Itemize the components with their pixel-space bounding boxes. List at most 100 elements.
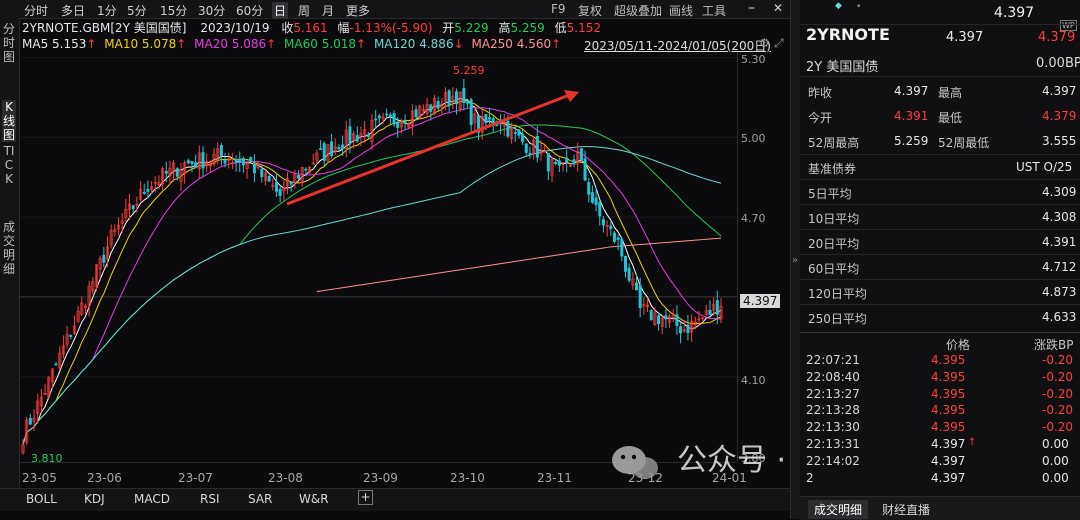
open-label: 开 xyxy=(442,21,455,35)
settings-icon[interactable]: ⚙ xyxy=(759,36,770,50)
minimize-icon[interactable]: – xyxy=(748,0,755,16)
candle-body xyxy=(675,314,679,326)
tick-time: 22:08:40 xyxy=(806,369,860,384)
indicator-tab-boll[interactable]: BOLL xyxy=(26,492,57,506)
vtab-trade-detail[interactable]: 成交明细 xyxy=(2,220,16,276)
trade-tick-row: 2 4.397 0.00 xyxy=(800,470,1080,487)
period-tab-multiday[interactable]: 多日 xyxy=(61,2,85,19)
candle-body xyxy=(377,115,381,119)
tick-time: 22:13:30 xyxy=(806,420,860,435)
ma60-line xyxy=(22,124,722,445)
average-row: 10日平均 4.308 xyxy=(800,205,1080,230)
period-tab-fenshi[interactable]: 分时 xyxy=(24,2,48,19)
candle-body xyxy=(234,159,238,163)
draw-line-button[interactable]: 画线 xyxy=(669,2,693,19)
period-tab-month[interactable]: 月 xyxy=(322,2,334,19)
collapse-panel-icon[interactable]: » xyxy=(792,255,798,266)
candle-body xyxy=(164,171,168,174)
vtab-kline[interactable]: K线图 xyxy=(2,100,16,142)
overlay-button[interactable]: 超级叠加 xyxy=(614,2,662,19)
ma250-legend: MA250 4.560 xyxy=(471,37,552,51)
expand-icon[interactable]: ⤢ xyxy=(774,36,784,51)
vtab-timeshare[interactable]: 分时图 xyxy=(2,22,16,64)
panel-nav-dot-icon[interactable]: ◆ xyxy=(835,1,842,11)
candle-body xyxy=(535,135,539,158)
stat-value: 4.391 xyxy=(894,109,929,123)
candle-body xyxy=(396,122,400,128)
indicator-tab-sar[interactable]: SAR xyxy=(248,492,272,506)
tick-time: 2 xyxy=(806,470,814,485)
candle-body xyxy=(528,152,532,155)
ma20-line xyxy=(22,107,722,445)
ma20-legend: MA20 5.086 xyxy=(194,37,267,51)
x-tick: 23-05 xyxy=(22,471,57,485)
quote-line: 2YRNOTE.GBM[2Y 美国国债] 2023/10/19 收5.161 幅… xyxy=(22,19,601,36)
candle-body xyxy=(241,158,245,166)
kline-chart[interactable]: 5.259 3.810 xyxy=(19,52,737,462)
candle-body xyxy=(146,188,150,192)
candle-body xyxy=(686,324,690,334)
candle-body xyxy=(623,255,627,272)
indicator-tab-macd[interactable]: MACD xyxy=(134,492,170,506)
indicator-tab-wr[interactable]: W&R xyxy=(299,492,329,506)
close-label: 收 xyxy=(281,21,294,35)
adjust-button[interactable]: 复权 xyxy=(578,2,602,19)
candle-body xyxy=(388,114,392,117)
trade-tick-row: 22:08:40 4.395 -0.20 xyxy=(800,369,1080,386)
candle-body xyxy=(565,157,569,163)
average-row: 250日平均 4.633 xyxy=(800,305,1080,330)
candle-body xyxy=(219,145,223,156)
low-value: 5.152 xyxy=(566,21,602,35)
candle-body xyxy=(190,161,194,164)
stat-label: 今开 xyxy=(808,111,833,125)
candle-body xyxy=(267,175,271,182)
period-tab-30min[interactable]: 30分 xyxy=(198,2,225,19)
tab-trade-detail[interactable]: 成交明细 xyxy=(808,500,869,519)
tick-change: 0.00 xyxy=(1042,470,1069,485)
period-tab-15min[interactable]: 15分 xyxy=(160,2,187,19)
average-row: 20日平均 4.391 xyxy=(800,230,1080,255)
candle-body xyxy=(506,120,510,137)
x-tick: 23-06 xyxy=(87,471,122,485)
quote-date: 2023/10/19 xyxy=(200,21,270,35)
indicator-tab-kdj[interactable]: KDJ xyxy=(84,492,105,506)
benchmark-row: 基准债券 UST O/25 xyxy=(800,155,1080,180)
tick-price: 4.397 xyxy=(931,437,966,451)
candle-body xyxy=(194,162,198,168)
x-tick: 23-10 xyxy=(450,471,485,485)
period-tab-week[interactable]: 周 xyxy=(298,2,310,19)
period-tab-5min[interactable]: 5分 xyxy=(127,2,147,19)
trade-tick-row: 22:13:28 4.395 -0.20 xyxy=(800,402,1080,419)
period-tab-60min[interactable]: 60分 xyxy=(236,2,263,19)
candle-body xyxy=(715,300,719,315)
add-indicator-icon[interactable]: + xyxy=(358,490,373,505)
candle-body xyxy=(341,144,345,150)
average-row: 60日平均 4.712 xyxy=(800,255,1080,280)
candle-body xyxy=(484,114,488,123)
panel-bottom-tabs: 成交明细 财经直播 xyxy=(800,496,1080,520)
close-icon[interactable]: ✕ xyxy=(773,1,783,15)
tick-time: 22:13:28 xyxy=(806,403,860,418)
indicator-tab-rsi[interactable]: RSI xyxy=(200,492,220,506)
panel-nav-dot-icon[interactable]: • xyxy=(856,2,861,12)
tools-button[interactable]: 工具 xyxy=(702,2,726,19)
candle-body xyxy=(366,134,370,137)
trade-tick-row: 22:13:27 4.395 -0.20 xyxy=(800,386,1080,403)
period-tab-more[interactable]: 更多 xyxy=(346,2,370,19)
tick-price: 4.395 xyxy=(931,353,966,367)
x-tick: 23-07 xyxy=(178,471,213,485)
candle-body xyxy=(289,181,293,185)
candle-body xyxy=(429,104,433,112)
candle-body xyxy=(587,182,591,195)
vtab-tick[interactable]: TICK xyxy=(2,144,16,186)
tick-price: 4.397 xyxy=(931,470,966,485)
price-axis: 5.30 5.00 4.70 4.10 3.80 4.397 xyxy=(737,52,791,465)
stat-label: 最高 xyxy=(938,86,963,100)
ma5-legend: MA5 5.153 xyxy=(22,37,87,51)
stat-value: 4.379 xyxy=(1042,109,1077,123)
tab-finance-live[interactable]: 财经直播 xyxy=(876,500,936,519)
f9-button[interactable]: F9 xyxy=(551,2,566,16)
period-tab-1min[interactable]: 1分 xyxy=(97,2,117,19)
ma10-line xyxy=(22,100,722,445)
period-tab-day[interactable]: 日 xyxy=(272,2,289,19)
